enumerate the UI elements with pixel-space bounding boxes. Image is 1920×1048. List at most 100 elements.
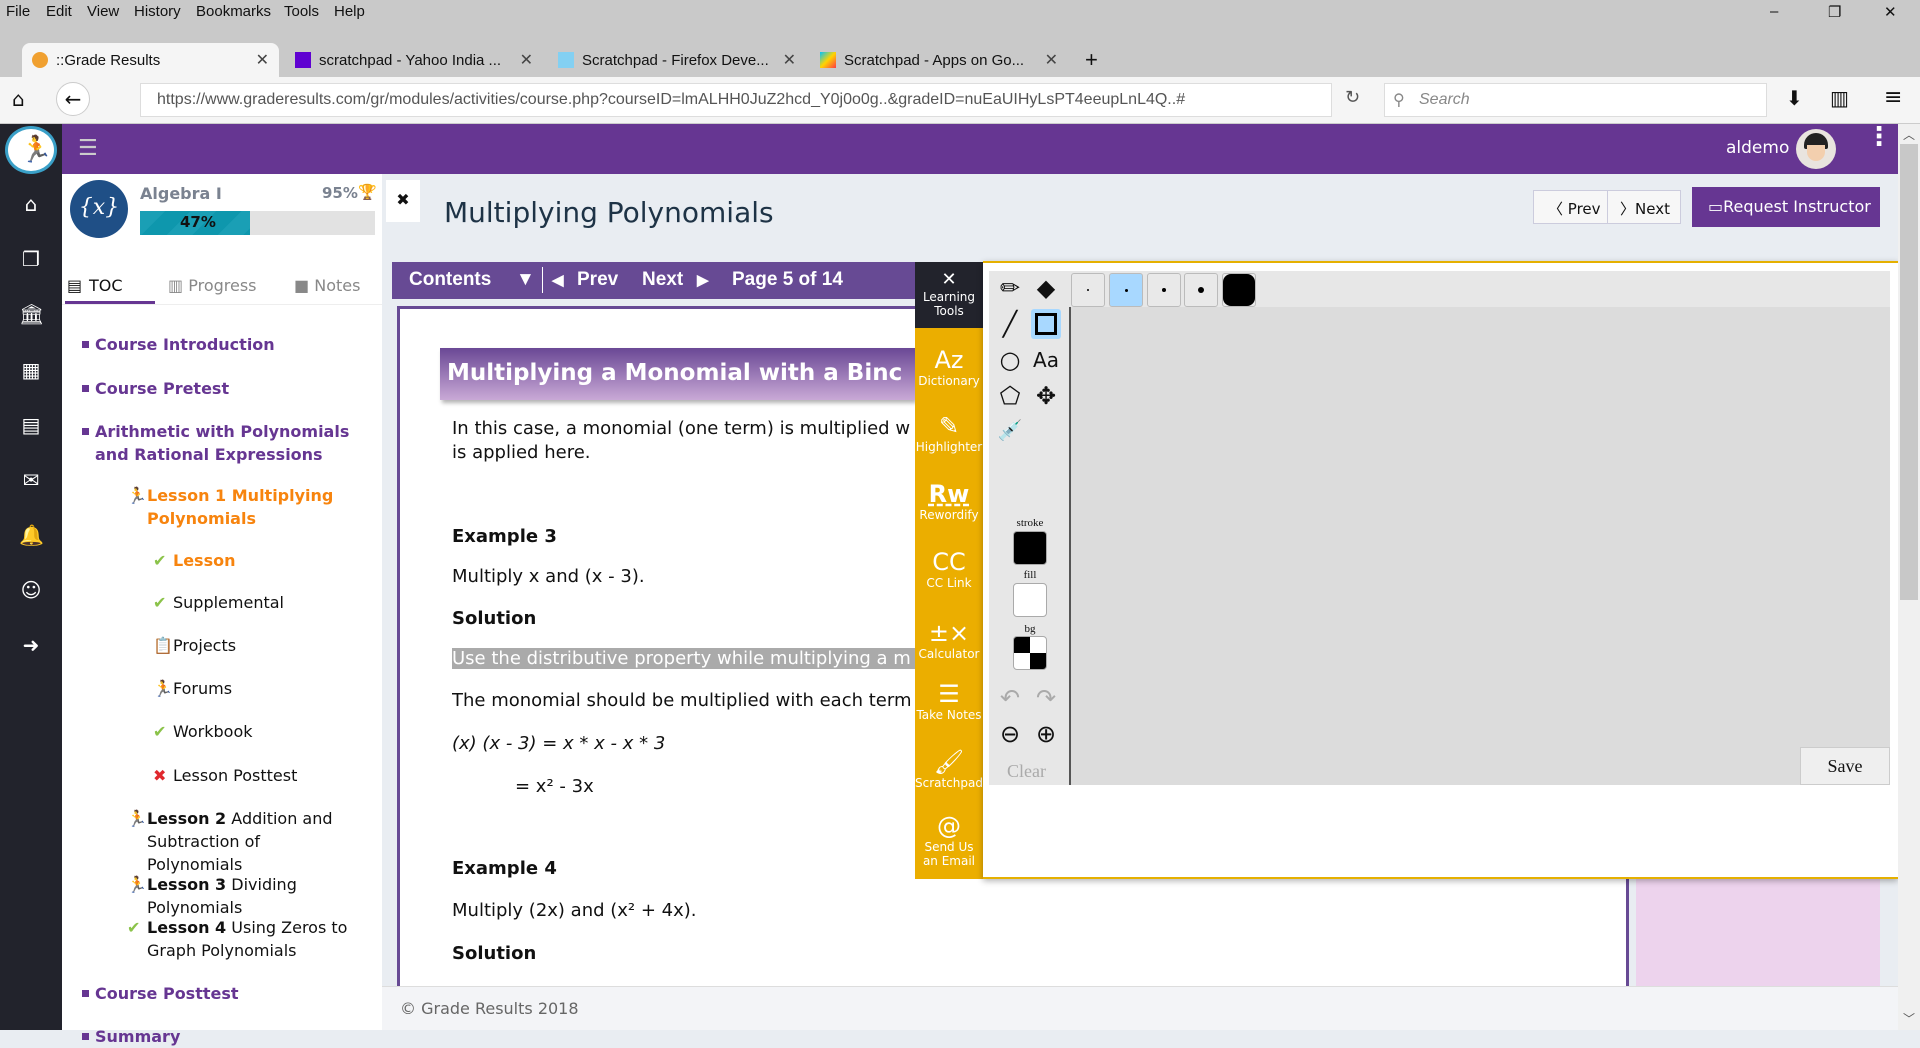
scroll-down-icon[interactable]: ﹀ [1903, 1010, 1915, 1027]
tool-send-email[interactable]: @ Send Us an Email [915, 812, 983, 868]
eyedropper-tool-icon[interactable]: 💉 [995, 415, 1025, 445]
logout-icon[interactable]: ➜ [19, 633, 43, 657]
toc-item[interactable]: Summary [82, 1025, 375, 1048]
tab-toc[interactable]: ▤ TOC [65, 272, 155, 304]
tool-take-notes[interactable]: ☰ Take Notes [915, 680, 983, 722]
tool-rewordify[interactable]: Rw Rewordify [915, 480, 983, 522]
tab-yahoo[interactable]: scratchpad - Yahoo India ... ✕ [285, 43, 543, 77]
minimize-button[interactable]: – [1770, 3, 1778, 20]
tool-dictionary[interactable]: Az Dictionary [915, 346, 983, 388]
hamburger-menu-icon[interactable]: ≡ [1884, 85, 1902, 110]
search-input[interactable]: ⚲ Search [1384, 83, 1767, 117]
tool-cc-link[interactable]: CC CC Link [915, 548, 983, 590]
background-color-swatch[interactable] [1013, 636, 1047, 670]
content-prev-button[interactable]: Prev [577, 269, 618, 291]
toc-item[interactable]: 🏃 Lesson 2 Addition and Subtraction of Po… [127, 807, 357, 876]
mail-icon[interactable]: ✉ [19, 468, 43, 492]
menu-toggle-icon[interactable]: ☰ [78, 136, 98, 161]
toc-item[interactable]: ✔ Lesson [127, 549, 407, 572]
tab-play-store[interactable]: Scratchpad - Apps on Go... ✕ [810, 43, 1068, 77]
stroke-size-1[interactable] [1071, 273, 1105, 307]
next-button[interactable]: 〉Next [1608, 191, 1682, 223]
toc-item[interactable]: ✔ Workbook [127, 720, 407, 743]
text-tool-icon[interactable]: Aa [1031, 345, 1061, 375]
stroke-size-5[interactable] [1222, 273, 1256, 307]
toc-item[interactable]: Arithmetic with Polynomials and Rational… [82, 420, 375, 466]
fill-color-swatch[interactable] [1013, 583, 1047, 617]
learning-tools-close[interactable]: ✕ Learning Tools [915, 262, 983, 328]
menu-edit[interactable]: Edit [46, 3, 72, 20]
move-tool-icon[interactable]: ✥ [1031, 381, 1061, 411]
contents-dropdown[interactable]: Contents [409, 269, 491, 291]
sidebar-icon[interactable]: ▥ [1830, 86, 1849, 110]
more-options-icon[interactable]: ⋮ [1866, 124, 1892, 150]
request-instructor-button[interactable]: ▭Request Instructor [1692, 187, 1880, 227]
close-tab-icon[interactable]: ✕ [783, 50, 796, 70]
restore-button[interactable]: ❐ [1828, 3, 1841, 21]
clear-button[interactable]: Clear [1007, 761, 1046, 782]
close-window-button[interactable]: ✕ [1884, 3, 1897, 21]
toc-item[interactable]: 🏃 Lesson 3 Dividing Polynomials [127, 873, 357, 919]
menu-history[interactable]: History [134, 3, 181, 20]
rectangle-tool-icon[interactable] [1031, 309, 1061, 339]
back-button[interactable]: ← [56, 82, 90, 116]
stroke-size-3[interactable] [1147, 273, 1181, 307]
prev-button[interactable]: 〈 Prev [1534, 191, 1608, 223]
redo-icon[interactable]: ↷ [1031, 683, 1061, 713]
zoom-out-icon[interactable]: ⊖ [995, 719, 1025, 749]
content-next-button[interactable]: Next [642, 269, 683, 291]
tab-notes[interactable]: ■ Notes [294, 276, 360, 295]
page-scrollbar[interactable]: ︿ ﹀ [1898, 124, 1920, 1030]
stroke-size-4[interactable] [1184, 273, 1218, 307]
stroke-size-2[interactable] [1109, 273, 1143, 307]
url-bar[interactable]: https://www.graderesults.com/gr/modules/… [140, 83, 1332, 117]
close-tab-icon[interactable]: ✕ [520, 50, 533, 70]
drawing-canvas[interactable] [1069, 307, 1890, 785]
menu-bookmarks[interactable]: Bookmarks [196, 3, 271, 20]
menu-help[interactable]: Help [334, 3, 365, 20]
close-panel-button[interactable]: ✖ [386, 180, 420, 222]
circle-tool-icon[interactable]: ○ [995, 345, 1025, 375]
reload-icon[interactable]: ↻ [1345, 87, 1360, 108]
document-icon[interactable]: ▤ [19, 413, 43, 437]
scroll-up-icon[interactable]: ︿ [1903, 126, 1915, 143]
menu-file[interactable]: File [6, 3, 30, 20]
copy-icon[interactable]: ❐ [19, 247, 43, 271]
tab-grade-results[interactable]: ::Grade Results ✕ [22, 43, 279, 77]
avatar[interactable] [1796, 129, 1836, 169]
close-tab-icon[interactable]: ✕ [1045, 50, 1058, 70]
toc-item[interactable]: 🏃 Lesson 1 Multiplying Polynomials [127, 484, 357, 530]
tool-scratchpad[interactable]: 🖌 Scratchpad [915, 748, 983, 790]
eraser-tool-icon[interactable]: ◆ [1031, 273, 1061, 303]
stroke-color-swatch[interactable] [1013, 531, 1047, 565]
toc-item[interactable]: Course Posttest [82, 982, 375, 1005]
toc-item[interactable]: ✔ Lesson 4 Using Zeros to Graph Polynomia… [127, 916, 357, 962]
home-icon[interactable]: ⌂ [19, 192, 43, 216]
toc-item[interactable]: 🏃 Forums [127, 677, 407, 700]
close-tab-icon[interactable]: ✕ [256, 50, 269, 70]
new-tab-button[interactable]: + [1075, 43, 1098, 77]
save-button[interactable]: Save [1800, 747, 1890, 785]
tab-progress[interactable]: ▥ Progress [168, 276, 257, 295]
username[interactable]: aldemo [1726, 138, 1789, 158]
toc-item[interactable]: ✔ Supplemental [127, 591, 407, 614]
download-icon[interactable]: ⬇ [1786, 86, 1803, 110]
menu-view[interactable]: View [87, 3, 119, 20]
chevron-down-icon[interactable]: ▼ [516, 269, 535, 291]
calendar-icon[interactable]: ▦ [19, 358, 43, 382]
home-icon[interactable]: ⌂ [12, 87, 25, 111]
bell-icon[interactable]: 🔔 [19, 523, 44, 547]
line-tool-icon[interactable]: ╱ [995, 309, 1025, 339]
smiley-icon[interactable]: ☺ [19, 578, 43, 602]
next-arrow-icon[interactable]: ▶ [697, 271, 709, 289]
prev-arrow-icon[interactable]: ◀ [552, 271, 564, 289]
zoom-in-icon[interactable]: ⊕ [1031, 719, 1061, 749]
grade-results-logo[interactable]: 🏃 [5, 126, 57, 174]
menu-tools[interactable]: Tools [284, 3, 319, 20]
toc-item[interactable]: Course Pretest [82, 377, 375, 400]
pencil-tool-icon[interactable]: ✏ [995, 273, 1025, 303]
tab-firefox-dev[interactable]: Scratchpad - Firefox Deve... ✕ [548, 43, 806, 77]
tool-highlighter[interactable]: ✎ Highlighter [915, 412, 983, 454]
polygon-tool-icon[interactable]: ⬠ [995, 381, 1025, 411]
tool-calculator[interactable]: ±× Calculator [915, 619, 983, 661]
